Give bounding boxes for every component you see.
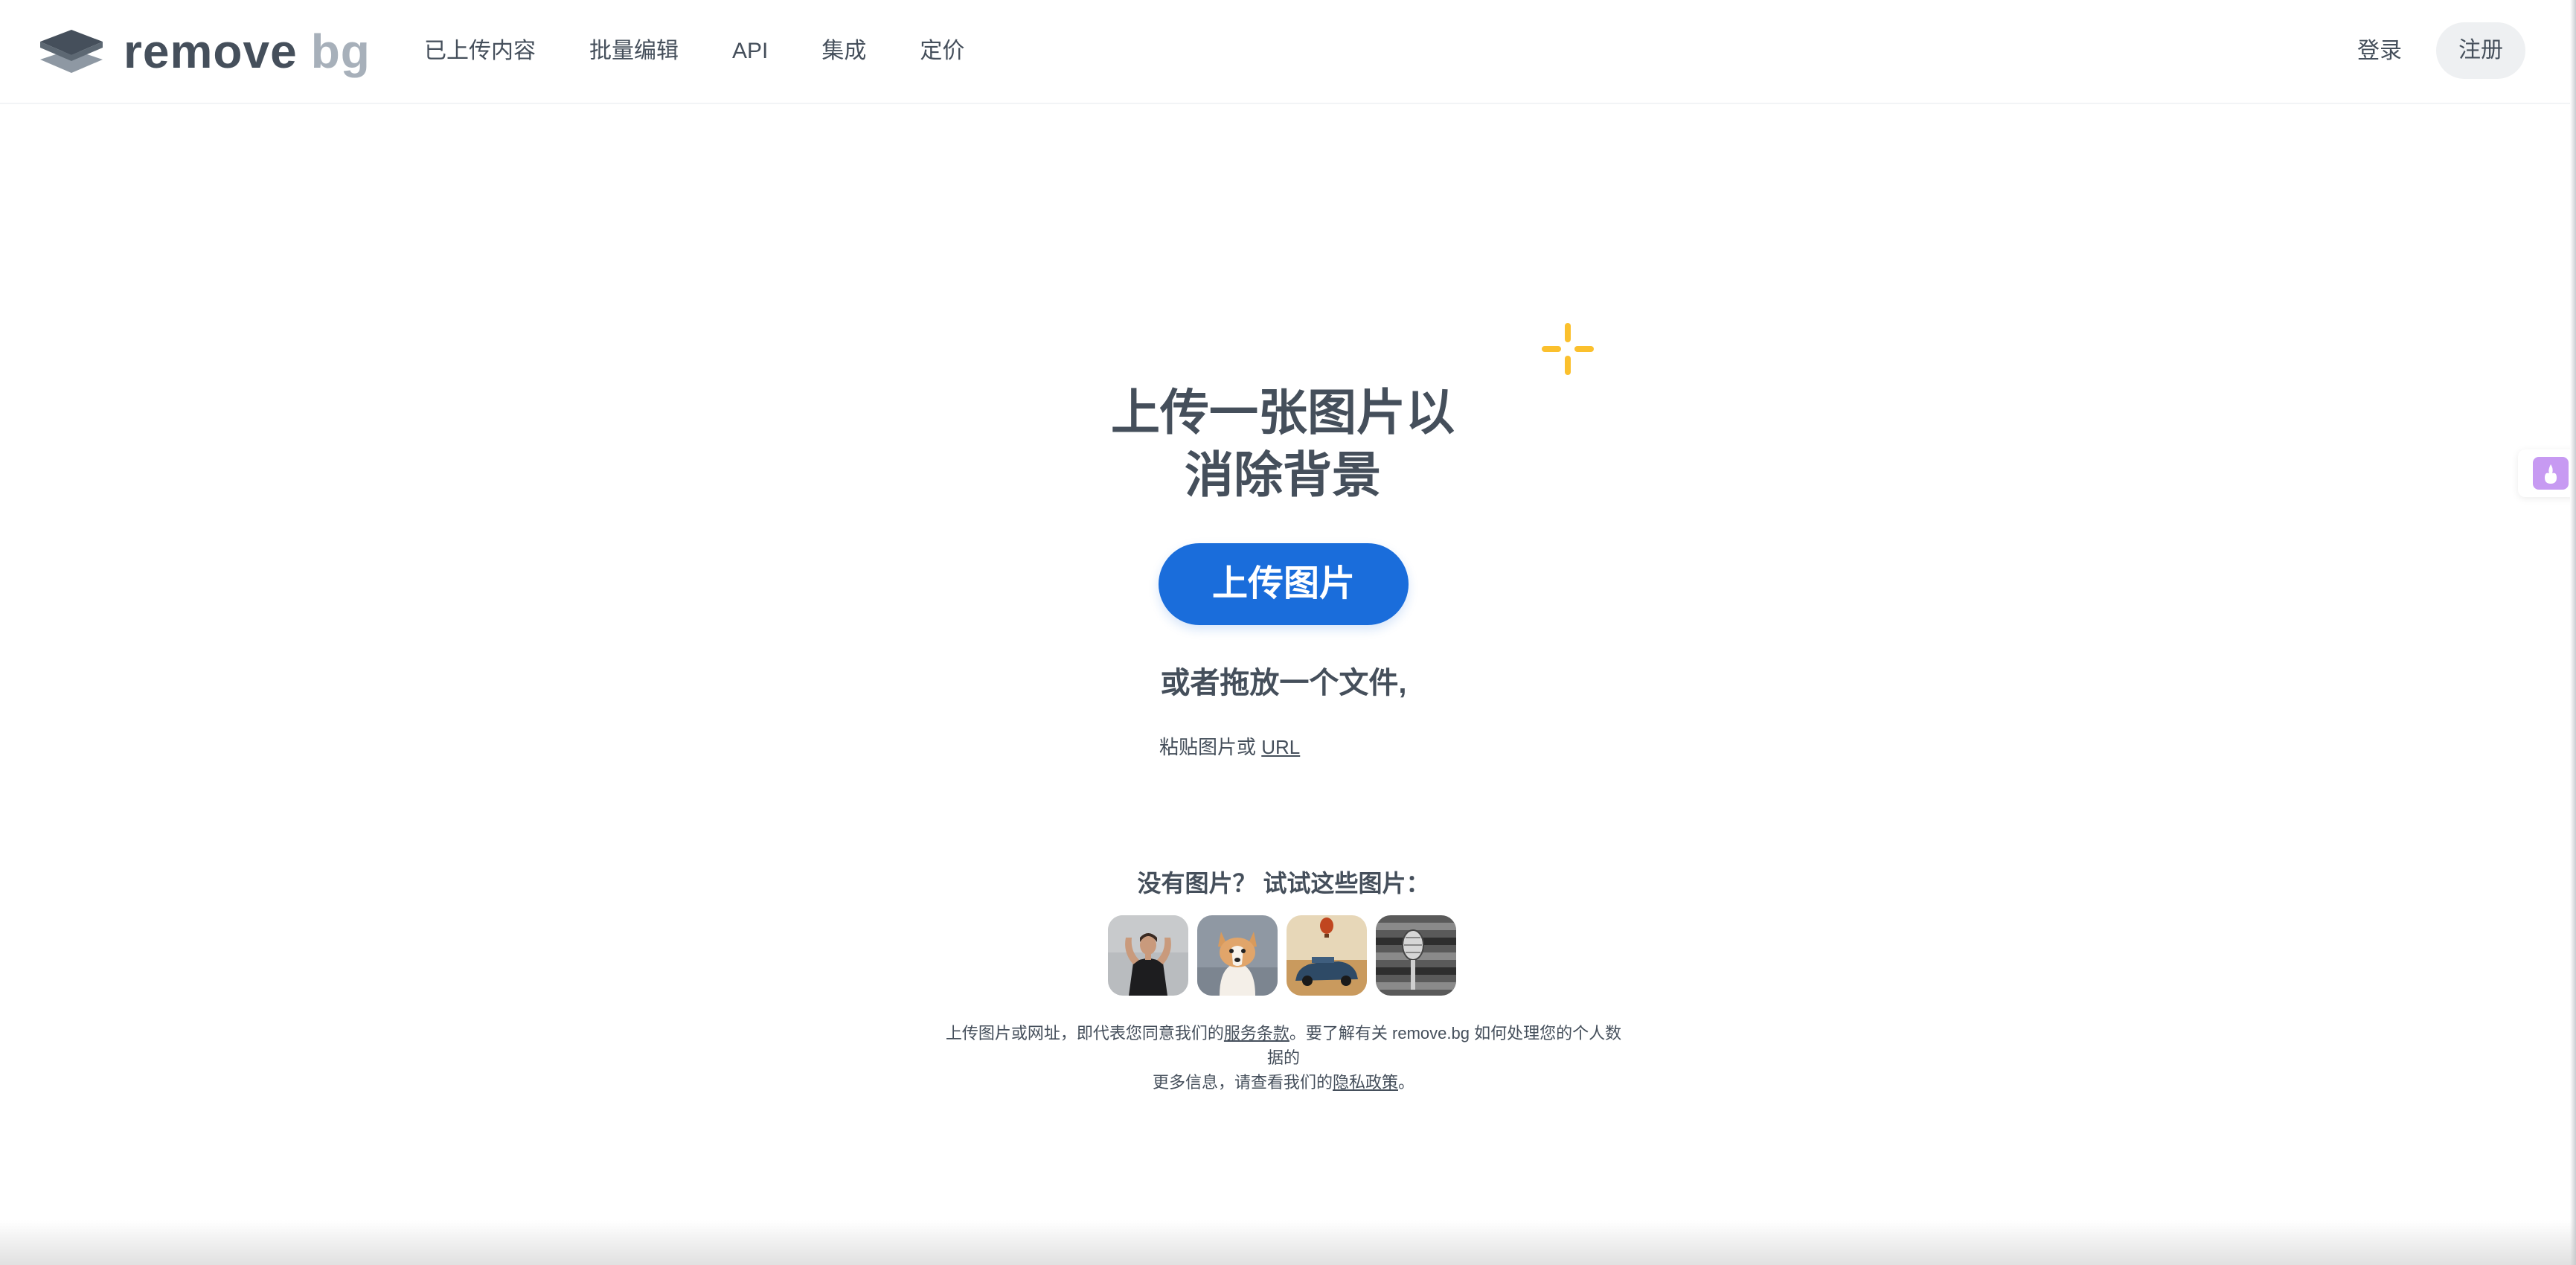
microphone-photo bbox=[1376, 915, 1456, 996]
drop-file-hint: 或者拖放一个文件, bbox=[1160, 667, 1407, 699]
removebg-logo[interactable]: remove bg bbox=[39, 27, 371, 76]
sparkle-icon bbox=[1542, 323, 1594, 375]
sample-images bbox=[1108, 915, 1456, 996]
sample-image-car[interactable] bbox=[1287, 915, 1367, 996]
nav-integrations[interactable]: 集成 bbox=[821, 33, 866, 70]
corgi-dog-photo bbox=[1197, 915, 1278, 996]
signup-button[interactable]: 注册 bbox=[2436, 22, 2525, 79]
bottom-shadow bbox=[0, 1220, 2576, 1265]
page: remove bg 已上传内容 批量编辑 API 集成 定价 登录 注册 上传一张… bbox=[0, 0, 2576, 1265]
legal-text-1: 上传图片或网址，即代表您同意我们的 bbox=[945, 1024, 1224, 1043]
legal-notice: 上传图片或网址，即代表您同意我们的服务条款。要了解有关 remove.bg 如何… bbox=[945, 1021, 1622, 1095]
hero-title: 上传一张图片以 消除背景 bbox=[1028, 381, 1538, 506]
url-link[interactable]: URL bbox=[1261, 736, 1300, 758]
hero-title-line1: 上传一张图片以 bbox=[1111, 385, 1455, 440]
nav-pricing[interactable]: 定价 bbox=[920, 33, 964, 70]
paste-hint: 粘贴图片或 URL bbox=[1159, 734, 1300, 760]
legal-text-3: 更多信息，请查看我们的 bbox=[1152, 1073, 1333, 1092]
sample-images-title: 没有图片？ 试试这些图片： bbox=[1137, 870, 1430, 897]
window-edge bbox=[2570, 0, 2576, 1265]
car-balloon-photo bbox=[1287, 915, 1367, 996]
side-feedback-widget[interactable] bbox=[2518, 449, 2576, 497]
nav-api[interactable]: API bbox=[732, 33, 768, 70]
paste-hint-text: 粘贴图片或 bbox=[1159, 736, 1257, 758]
chat-widget-icon bbox=[2533, 457, 2569, 490]
sample-image-woman[interactable] bbox=[1108, 915, 1188, 996]
nav-bulk-editing[interactable]: 批量编辑 bbox=[589, 33, 679, 70]
terms-of-service-link[interactable]: 服务条款 bbox=[1224, 1024, 1289, 1043]
layers-logo-icon bbox=[40, 30, 103, 73]
privacy-policy-link[interactable]: 隐私政策 bbox=[1333, 1073, 1398, 1092]
sample-image-microphone[interactable] bbox=[1376, 915, 1456, 996]
nav-uploads[interactable]: 已上传内容 bbox=[424, 33, 536, 70]
legal-text-2: 。要了解有关 remove.bg 如何处理您的个人数据的 bbox=[1266, 1024, 1622, 1067]
woman-flexing-photo bbox=[1108, 915, 1188, 996]
logo-text: remove bg bbox=[124, 25, 371, 78]
site-header: remove bg 已上传内容 批量编辑 API 集成 定价 登录 注册 bbox=[0, 0, 2576, 104]
upload-image-button[interactable]: 上传图片 bbox=[1159, 543, 1409, 625]
main-nav: 已上传内容 批量编辑 API 集成 定价 bbox=[424, 33, 964, 70]
legal-text-4: 。 bbox=[1398, 1073, 1415, 1092]
sample-image-corgi[interactable] bbox=[1197, 915, 1278, 996]
login-link[interactable]: 登录 bbox=[2357, 33, 2402, 70]
hero-title-line2: 消除背景 bbox=[1185, 447, 1381, 502]
